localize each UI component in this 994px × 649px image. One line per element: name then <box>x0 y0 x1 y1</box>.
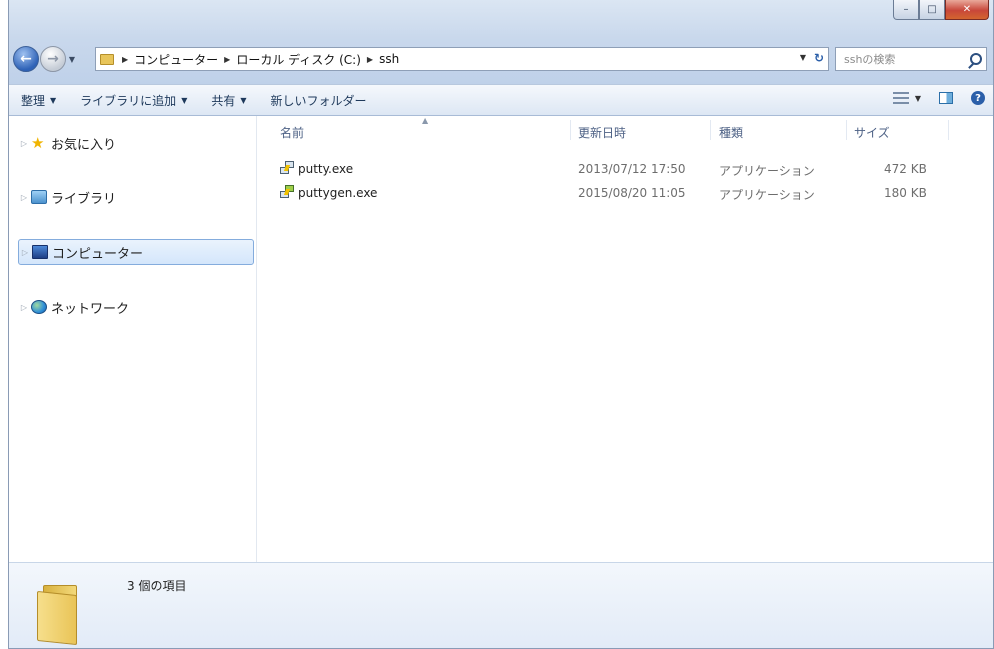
share-label: 共有 <box>211 93 236 108</box>
nav-item-label: お気に入り <box>51 137 117 153</box>
back-button[interactable]: ← <box>13 46 39 72</box>
column-divider[interactable] <box>710 120 711 140</box>
new-folder-button[interactable]: 新しいフォルダー <box>259 92 379 109</box>
address-history-dropdown-icon[interactable]: ▼ <box>800 53 806 62</box>
chevron-right-icon[interactable]: ▶ <box>120 55 130 64</box>
column-header-type[interactable]: 種類 <box>719 124 743 141</box>
expand-arrow-icon[interactable]: ▷ <box>19 248 31 257</box>
chevron-down-icon: ▼ <box>914 93 921 103</box>
chevron-right-icon[interactable]: ▶ <box>222 55 232 64</box>
sort-ascending-icon: ▲ <box>422 116 429 125</box>
address-bar[interactable]: ▶ コンピューター ▶ ローカル ディスク (C:) ▶ ssh ▼ ↻ <box>95 47 829 71</box>
file-name: puttygen.exe <box>298 186 378 200</box>
folder-icon <box>37 585 89 646</box>
file-size: 472 KB <box>884 162 927 176</box>
command-bar: 整理 ▼ ライブラリに追加 ▼ 共有 ▼ 新しいフォルダー ▼ ? <box>9 84 993 116</box>
search-placeholder: sshの検索 <box>844 53 896 66</box>
chevron-down-icon: ▼ <box>181 95 188 105</box>
table-row[interactable]: putty.exe 2013/07/12 17:50 アプリケーション 472 … <box>258 160 993 179</box>
chevron-down-icon: ▼ <box>240 95 247 105</box>
nav-item-computer[interactable]: ▷ コンピューター <box>18 239 254 265</box>
column-divider[interactable] <box>948 120 949 140</box>
breadcrumb-computer[interactable]: コンピューター <box>130 51 222 68</box>
share-button[interactable]: 共有 ▼ <box>199 92 258 109</box>
change-view-button[interactable]: ▼ <box>892 92 921 104</box>
view-details-icon <box>892 92 909 104</box>
breadcrumb-ssh[interactable]: ssh <box>375 52 403 66</box>
folder-icon <box>100 53 114 65</box>
file-modified: 2013/07/12 17:50 <box>578 162 686 176</box>
nav-item-label: ライブラリ <box>51 191 117 207</box>
organize-label: 整理 <box>21 93 46 108</box>
new-folder-label: 新しいフォルダー <box>270 93 367 108</box>
column-divider[interactable] <box>846 120 847 140</box>
refresh-icon[interactable]: ↻ <box>814 51 824 65</box>
item-count: 3 個の項目 <box>127 579 187 593</box>
expand-arrow-icon[interactable]: ▷ <box>18 303 30 312</box>
breadcrumb-local-disk[interactable]: ローカル ディスク (C:) <box>232 51 365 68</box>
file-name: putty.exe <box>298 162 354 176</box>
puttygen-icon <box>280 185 294 199</box>
chevron-right-icon[interactable]: ▶ <box>365 55 375 64</box>
explorer-window: – □ ✕ ← → ▼ ▶ コンピューター ▶ ローカル ディスク (C:) ▶… <box>8 0 994 649</box>
file-type: アプリケーション <box>719 188 815 202</box>
details-pane: 3 個の項目 <box>9 562 993 648</box>
column-header-name[interactable]: 名前 <box>280 124 304 141</box>
add-to-library-button[interactable]: ライブラリに追加 ▼ <box>68 92 199 109</box>
file-type: アプリケーション <box>719 164 815 178</box>
expand-arrow-icon[interactable]: ▷ <box>18 193 30 202</box>
putty-icon <box>280 161 294 175</box>
search-input[interactable]: sshの検索 <box>835 47 987 71</box>
file-size: 180 KB <box>884 186 927 200</box>
caption-buttons: – □ ✕ <box>893 0 989 22</box>
preview-pane-icon[interactable] <box>939 92 953 104</box>
nav-item-libraries[interactable]: ▷ ライブラリ <box>18 184 254 210</box>
column-header-modified[interactable]: 更新日時 <box>578 124 626 141</box>
table-row[interactable]: puttygen.exe 2015/08/20 11:05 アプリケーション 1… <box>258 184 993 203</box>
command-bar-right: ▼ ? <box>892 91 985 105</box>
nav-item-label: ネットワーク <box>51 301 130 317</box>
network-icon <box>31 300 47 314</box>
expand-arrow-icon[interactable]: ▷ <box>18 139 30 148</box>
forward-arrow-icon: → <box>47 51 59 67</box>
organize-button[interactable]: 整理 ▼ <box>9 92 68 109</box>
computer-icon <box>32 245 48 259</box>
recent-pages-dropdown-icon[interactable]: ▼ <box>66 55 78 64</box>
maximize-button[interactable]: □ <box>919 0 945 20</box>
window-frame: – □ ✕ ← → ▼ ▶ コンピューター ▶ ローカル ディスク (C:) ▶… <box>9 0 993 84</box>
forward-button[interactable]: → <box>40 46 66 72</box>
close-button[interactable]: ✕ <box>945 0 989 20</box>
search-icon[interactable] <box>970 53 982 65</box>
star-icon: ★ <box>31 134 45 152</box>
help-icon[interactable]: ? <box>971 91 985 105</box>
column-headers: ▲ 名前 更新日時 種類 サイズ <box>258 116 993 144</box>
chevron-down-icon: ▼ <box>50 95 57 105</box>
library-icon <box>31 190 47 204</box>
file-modified: 2015/08/20 11:05 <box>578 186 686 200</box>
add-to-library-label: ライブラリに追加 <box>80 93 177 108</box>
column-divider[interactable] <box>570 120 571 140</box>
navigation-pane: ▷ ★ お気に入り ▷ ライブラリ ▷ コンピューター ▷ ネットワーク <box>9 116 257 562</box>
back-arrow-icon: ← <box>20 51 32 67</box>
minimize-button[interactable]: – <box>893 0 919 20</box>
navigation-row: ← → ▼ ▶ コンピューター ▶ ローカル ディスク (C:) ▶ ssh ▼… <box>9 44 993 74</box>
file-list: ▲ 名前 更新日時 種類 サイズ putty.exe 2013/07/12 17… <box>258 116 993 562</box>
nav-item-label: コンピューター <box>52 246 144 262</box>
nav-item-network[interactable]: ▷ ネットワーク <box>18 294 254 320</box>
column-header-size[interactable]: サイズ <box>854 124 890 141</box>
nav-item-favorites[interactable]: ▷ ★ お気に入り <box>18 130 254 156</box>
